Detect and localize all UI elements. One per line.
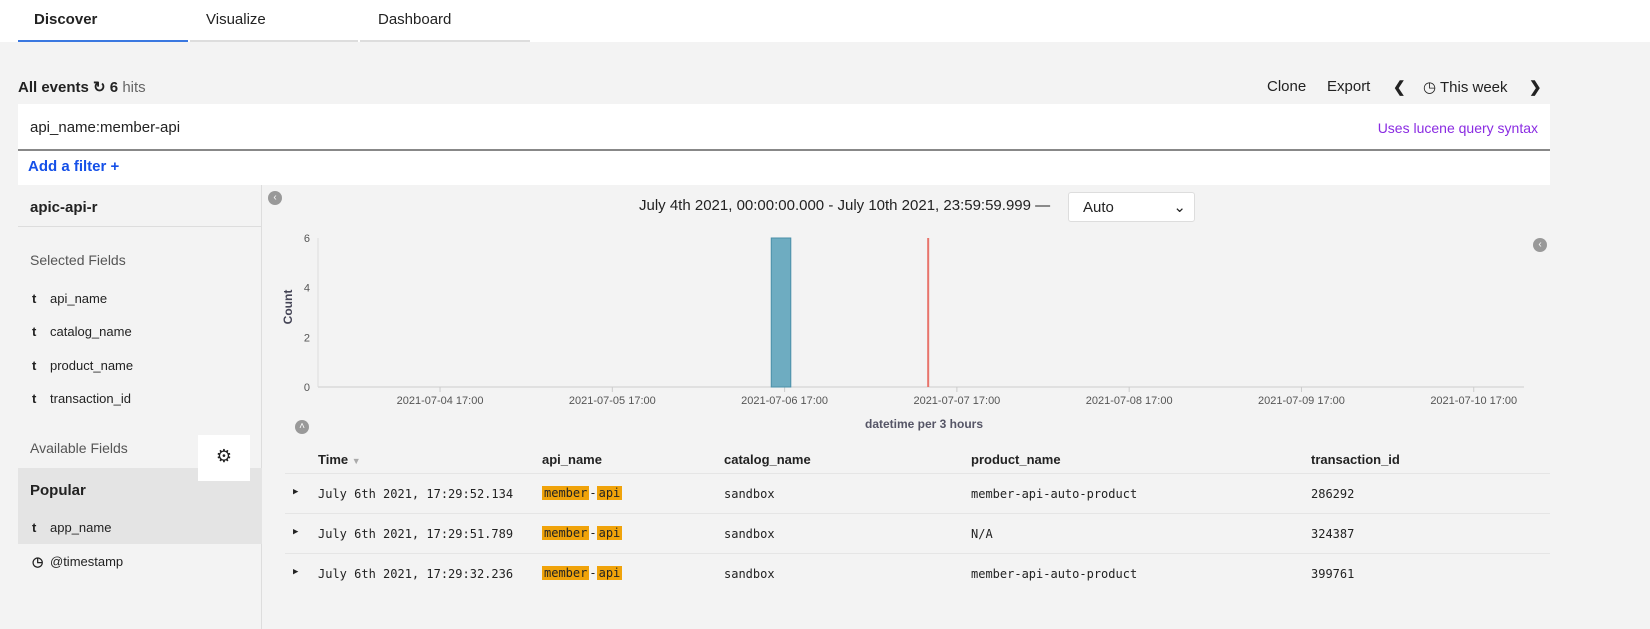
field-item[interactable]: t app_name — [32, 520, 111, 535]
column-header-catalog-name[interactable]: catalog_name — [724, 452, 811, 467]
cell-product-name: N/A — [971, 527, 993, 541]
y-tick-label: 0 — [304, 382, 310, 394]
string-type-icon: t — [32, 358, 37, 373]
expand-row-icon[interactable]: ▶ — [293, 527, 298, 537]
string-type-icon: t — [32, 324, 37, 339]
cell-transaction-id: 399761 — [1311, 567, 1355, 581]
available-fields-title: Available Fields — [30, 440, 128, 456]
y-tick-label: 4 — [304, 283, 310, 295]
column-header-transaction-id[interactable]: transaction_id — [1311, 452, 1400, 467]
clock-icon: ◷ — [1423, 79, 1437, 96]
selected-fields-title: Selected Fields — [30, 252, 126, 268]
cell-time: July 6th 2021, 17:29:51.789 — [318, 527, 514, 541]
expand-row-icon[interactable]: ▶ — [293, 567, 298, 577]
time-picker[interactable]: ◷ This week — [1423, 78, 1508, 96]
x-tick-label: 2021-07-09 17:00 — [1258, 395, 1345, 407]
field-item[interactable]: t transaction_id — [32, 391, 131, 406]
title: All events — [18, 79, 89, 96]
table-row[interactable]: ▶ July 6th 2021, 17:29:52.134 member - api… — [285, 473, 1550, 513]
cell-product-name: member-api-auto-product — [971, 487, 1138, 501]
cell-time: July 6th 2021, 17:29:32.236 — [318, 567, 514, 581]
top-nav: Discover Visualize Dashboard — [0, 0, 1650, 42]
expand-row-icon[interactable]: ▶ — [293, 487, 298, 497]
chevron-left-icon[interactable]: ❮ — [1393, 78, 1406, 96]
clone-button[interactable]: Clone — [1267, 78, 1306, 95]
chevron-right-icon[interactable]: ❯ — [1529, 78, 1542, 96]
x-tick-label: 2021-07-04 17:00 — [397, 395, 484, 407]
field-item[interactable]: ◷ @timestamp — [32, 554, 123, 570]
tab-dashboard[interactable]: Dashboard — [360, 0, 530, 42]
x-tick-label: 2021-07-10 17:00 — [1430, 395, 1517, 407]
field-sidebar: apic-api-r Selected Fields t api_name t ca… — [18, 185, 262, 629]
cell-transaction-id: 324387 — [1311, 527, 1355, 541]
index-pattern[interactable]: apic-api-r — [18, 185, 261, 227]
hits-count: 6 — [109, 79, 119, 96]
cell-catalog-name: sandbox — [724, 487, 775, 501]
popular-title: Popular — [30, 482, 86, 499]
x-tick-label: 2021-07-06 17:00 — [741, 395, 828, 407]
gear-icon[interactable]: ⚙ — [198, 435, 250, 481]
collapse-sidebar-icon[interactable]: ‹ — [268, 191, 282, 205]
cell-product-name: member-api-auto-product — [971, 567, 1138, 581]
field-item[interactable]: t product_name — [32, 358, 133, 373]
interval-select[interactable]: Auto ⌄ — [1068, 192, 1195, 222]
string-type-icon: t — [32, 391, 37, 406]
query-input[interactable]: api_name:member-api Uses lucene query sy… — [18, 104, 1550, 151]
x-axis-label: datetime per 3 hours — [865, 417, 983, 431]
cell-time: July 6th 2021, 17:29:52.134 — [318, 487, 514, 501]
clock-icon: ◷ — [32, 554, 44, 569]
time-range-label: July 4th 2021, 00:00:00.000 - July 10th … — [639, 197, 1051, 214]
query-value: api_name:member-api — [30, 119, 181, 136]
column-header-product-name[interactable]: product_name — [971, 452, 1061, 467]
cell-api-name: member - api — [542, 486, 623, 500]
add-filter-label: Add a filter — [28, 158, 107, 175]
x-tick-label: 2021-07-07 17:00 — [913, 395, 1000, 407]
tab-discover[interactable]: Discover — [18, 0, 188, 42]
x-tick-label: 2021-07-08 17:00 — [1086, 395, 1173, 407]
plus-icon: + — [110, 158, 120, 175]
y-tick-label: 2 — [304, 332, 310, 344]
cell-transaction-id: 286292 — [1311, 487, 1355, 501]
sort-down-icon[interactable]: ▼ — [352, 456, 361, 466]
cell-catalog-name: sandbox — [724, 567, 775, 581]
table-row[interactable]: ▶ July 6th 2021, 17:29:32.236 member - api… — [285, 553, 1550, 593]
field-item[interactable]: t api_name — [32, 291, 107, 306]
x-tick-label: 2021-07-05 17:00 — [569, 395, 656, 407]
y-tick-label: 6 — [304, 233, 310, 245]
table-row[interactable]: ▶ July 6th 2021, 17:29:51.789 member - api… — [285, 513, 1550, 553]
cell-api-name: member - api — [542, 566, 623, 580]
export-button[interactable]: Export — [1327, 78, 1370, 95]
add-filter-button[interactable]: Add a filter + — [18, 151, 1550, 185]
lucene-syntax-link[interactable]: Uses lucene query syntax — [1378, 120, 1538, 136]
histogram: Count datetime per 3 hours 0 2 4 6 2021-07-0… — [281, 233, 1524, 431]
refresh-icon[interactable]: ↻ — [93, 79, 106, 96]
field-item[interactable]: t catalog_name — [32, 324, 132, 339]
column-header-api-name[interactable]: api_name — [542, 452, 602, 467]
histogram-bar — [770, 237, 792, 388]
tab-visualize[interactable]: Visualize — [190, 0, 358, 42]
chevron-down-icon: ⌄ — [1173, 199, 1186, 216]
cell-catalog-name: sandbox — [724, 527, 775, 541]
search-title: All events ↻ 6 hits — [18, 78, 146, 96]
y-axis-label: Count — [281, 290, 295, 325]
string-type-icon: t — [32, 291, 37, 306]
time-label: This week — [1440, 79, 1508, 96]
cell-api-name: member - api — [542, 526, 623, 540]
string-type-icon: t — [32, 520, 37, 535]
hits-label: hits — [122, 79, 146, 96]
column-header-time[interactable]: Time ▼ — [318, 452, 361, 467]
